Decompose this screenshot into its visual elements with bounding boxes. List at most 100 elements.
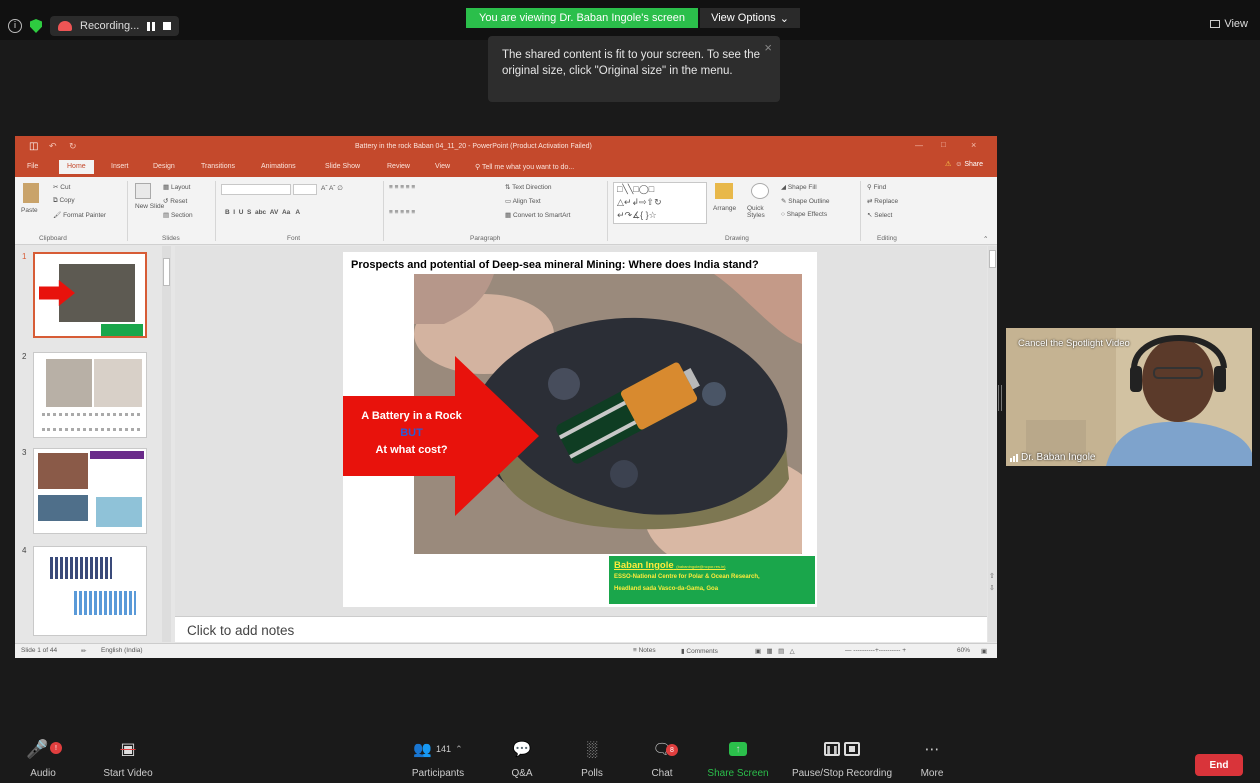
- notes-toggle[interactable]: ≡ Notes: [633, 647, 656, 654]
- tab-transitions[interactable]: Transitions: [201, 163, 235, 170]
- redo-icon[interactable]: ↻: [69, 141, 77, 152]
- new-slide-button[interactable]: New Slide: [135, 203, 164, 210]
- fit-slide-icon[interactable]: ▣: [981, 647, 987, 655]
- spell-check-icon[interactable]: ✏: [81, 647, 86, 655]
- copy-button[interactable]: ⧉ Copy: [53, 197, 75, 205]
- participant-video-tile[interactable]: Cancel the Spotlight Video Dr. Baban Ing…: [1006, 328, 1252, 466]
- encryption-shield-icon[interactable]: [30, 19, 42, 33]
- shape-outline-button[interactable]: ✎ Shape Outline: [781, 197, 829, 205]
- zoom-level[interactable]: 60%: [957, 647, 970, 654]
- panel-resize-handle[interactable]: [998, 385, 1002, 411]
- scroll-thumb[interactable]: [163, 258, 170, 286]
- save-icon[interactable]: ◫: [29, 141, 38, 152]
- font-grow-shrink-icon[interactable]: Aˆ Aˇ ∅: [321, 184, 343, 192]
- participants-chevron-icon[interactable]: ⌃: [455, 744, 463, 755]
- tab-home[interactable]: Home: [59, 160, 94, 174]
- share-button[interactable]: ⚠ ☺ Share: [945, 160, 983, 168]
- slide-thumbnail-3[interactable]: [33, 448, 147, 534]
- recording-indicator: Recording...: [50, 16, 180, 36]
- text-direction-button[interactable]: ⇅ Text Direction: [505, 183, 552, 191]
- slide-thumbnail-2[interactable]: [33, 352, 147, 438]
- start-video-button[interactable]: ▣ Start Video: [88, 736, 168, 779]
- close-icon[interactable]: ×: [764, 40, 772, 56]
- align-text-button[interactable]: ▭ Align Text: [505, 197, 541, 205]
- slide-thumbnail-1[interactable]: [33, 252, 147, 338]
- slide-vertical-scrollbar[interactable]: ⇧ ⇩: [988, 246, 997, 642]
- share-screen-button[interactable]: ↑ Share Screen: [698, 736, 778, 779]
- section-button[interactable]: ▤ Section: [163, 211, 193, 219]
- window-close-icon[interactable]: ×: [971, 140, 976, 150]
- author-info-box[interactable]: Baban Ingole (babaningole@ncpor.res.in) …: [609, 556, 815, 604]
- collapse-ribbon-icon[interactable]: ⌃: [983, 235, 988, 243]
- thumbnails-scrollbar[interactable]: [162, 246, 171, 642]
- paste-button[interactable]: Paste: [21, 207, 38, 214]
- cancel-spotlight-link[interactable]: Cancel the Spotlight Video: [1018, 338, 1130, 349]
- qa-button[interactable]: 💬 Q&A: [482, 736, 562, 779]
- font-size-select[interactable]: [293, 184, 317, 195]
- tab-view[interactable]: View: [435, 163, 450, 170]
- align-buttons[interactable]: ≡ ≡ ≡ ≡ ≡: [389, 209, 415, 216]
- shape-fill-label: Shape Fill: [787, 184, 817, 191]
- tab-slide-show[interactable]: Slide Show: [325, 163, 360, 170]
- tab-review[interactable]: Review: [387, 163, 410, 170]
- zoom-slider[interactable]: — ----------+---------- +: [845, 647, 906, 654]
- meeting-info-icon[interactable]: i: [8, 19, 22, 33]
- audio-button[interactable]: 🎤⌃ ! Audio: [8, 736, 78, 779]
- view-button[interactable]: View: [1210, 18, 1248, 30]
- cut-button[interactable]: ✂ Cut: [53, 183, 70, 191]
- maximize-icon[interactable]: □: [941, 140, 946, 149]
- shapes-gallery[interactable]: □╲╲□◯□ △↵↲⇨⇧↻ ↵↷∡{ }☆: [613, 182, 707, 224]
- arrange-button[interactable]: Arrange: [713, 205, 736, 212]
- participant-count: 141: [436, 744, 452, 754]
- shape-effects-button[interactable]: ○ Shape Effects: [781, 211, 827, 218]
- participants-button[interactable]: 👥 141 ⌃ Participants: [392, 736, 484, 779]
- new-slide-icon[interactable]: [135, 183, 151, 199]
- prev-slide-icon[interactable]: ⇧: [989, 572, 995, 580]
- layout-button[interactable]: ▦ Layout: [163, 183, 190, 191]
- arrange-icon[interactable]: [715, 183, 733, 199]
- tab-file[interactable]: File: [27, 163, 38, 170]
- qa-label: Q&A: [511, 768, 533, 779]
- current-slide[interactable]: Prospects and potential of Deep-sea mine…: [343, 252, 817, 607]
- view-mode-buttons[interactable]: ▣ ▦ ▤ △: [755, 647, 795, 655]
- next-slide-icon[interactable]: ⇩: [989, 584, 995, 592]
- find-button[interactable]: ⚲ Find: [867, 183, 886, 191]
- paste-icon[interactable]: [23, 183, 39, 203]
- slide-thumbnail-4[interactable]: [33, 546, 147, 636]
- font-family-select[interactable]: [221, 184, 291, 195]
- end-meeting-button[interactable]: End: [1195, 754, 1243, 776]
- polls-button[interactable]: ░ Polls: [552, 736, 632, 780]
- author-affiliation-2: Headland sada Vasco-da-Gama, Goa: [614, 586, 719, 592]
- format-painter-label: Format Painter: [63, 212, 107, 219]
- format-painter-button[interactable]: 🖌 Format Painter: [53, 211, 106, 219]
- tab-animations[interactable]: Animations: [261, 163, 296, 170]
- tell-me-search[interactable]: ⚲ Tell me what you want to do...: [475, 163, 574, 171]
- scroll-thumb[interactable]: [989, 250, 996, 268]
- more-button[interactable]: ⋯ More: [892, 736, 972, 779]
- chat-button[interactable]: 🗨 8 Chat: [622, 736, 702, 779]
- tab-design[interactable]: Design: [153, 163, 175, 170]
- quick-styles-button[interactable]: Quick Styles: [747, 205, 777, 219]
- pause-stop-recording-button[interactable]: ❚❚ Pause/Stop Recording: [782, 736, 902, 779]
- font-format-buttons[interactable]: B I U S abc AV Aa A: [225, 209, 300, 216]
- stop-recording-icon[interactable]: [163, 22, 172, 30]
- language-indicator[interactable]: English (India): [101, 647, 143, 654]
- select-button[interactable]: ↖ Select: [867, 211, 892, 219]
- smartart-button[interactable]: ▦ Convert to SmartArt: [505, 211, 570, 219]
- comments-toggle[interactable]: ▮ Comments: [681, 647, 718, 655]
- view-options-button[interactable]: View Options ⌄: [700, 8, 800, 28]
- signal-strength-icon: [1010, 453, 1018, 462]
- tab-insert[interactable]: Insert: [111, 163, 129, 170]
- pause-recording-icon[interactable]: [147, 21, 156, 31]
- replace-button[interactable]: ⇄ Replace: [867, 197, 898, 205]
- minimize-icon[interactable]: —: [915, 141, 923, 150]
- quick-styles-icon[interactable]: [751, 183, 769, 199]
- notes-pane[interactable]: Click to add notes: [175, 616, 987, 642]
- undo-icon[interactable]: ↶: [49, 141, 57, 152]
- thumb-header: [90, 451, 144, 459]
- thumb-bar-chart: [50, 557, 112, 579]
- shape-fill-button[interactable]: ◢ Shape Fill: [781, 183, 817, 191]
- ppt-status-bar: Slide 1 of 44 ✏ English (India) ≡ Notes …: [15, 643, 997, 658]
- list-buttons[interactable]: ≡ ≡ ≡ ≡ ≡: [389, 184, 415, 191]
- reset-button[interactable]: ↺ Reset: [163, 197, 187, 205]
